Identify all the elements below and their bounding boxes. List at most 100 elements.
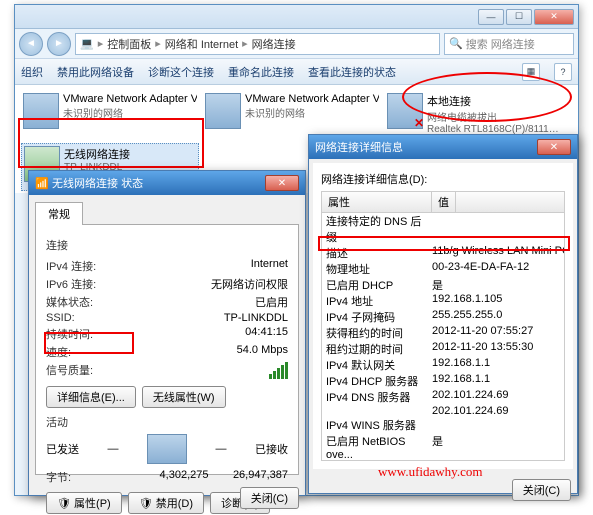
table-row[interactable]: IPv4 默认网关192.168.1.1 [322,357,564,373]
adapter-sub: 网络电缆被拔出 [427,109,561,124]
val-cell: 192.168.1.105 [432,293,564,309]
table-row[interactable]: 租约过期的时间2012-11-20 13:55:30 [322,341,564,357]
details-close2-button[interactable]: 关闭(C) [512,479,571,501]
kv-key: IPv6 连接: [46,276,96,292]
adapter-icon [23,93,59,129]
breadcrumb[interactable]: 💻 ▸ 控制面板 ▸ 网络和 Internet ▸ 网络连接 [75,33,440,55]
watermark: www.ufidawhy.com [378,464,482,480]
kv-key: SSID: [46,312,75,324]
sent-label: 已发送 [46,441,79,457]
table-row[interactable]: IPv4 地址192.168.1.105 [322,293,564,309]
val-cell [432,213,564,245]
details-table: 属性 值 连接特定的 DNS 后缀描述11b/g Wireless LAN Mi… [321,191,565,461]
recv-label: 已接收 [255,441,288,457]
tab-general[interactable]: 常规 [35,202,83,225]
prop-cell: 描述 [322,245,432,261]
val-cell: 00-23-4E-DA-FA-12 [432,261,564,277]
kv-val: 54.0 Mbps [237,344,288,360]
adapter-vmnet8[interactable]: VMware Network Adapter VMnet8 未识别的网络 [203,91,381,139]
table-row[interactable]: 物理地址00-23-4E-DA-FA-12 [322,261,564,277]
adapter-title: 本地连接 [427,93,561,109]
bytes-label: 字节: [46,469,71,485]
kv-val: TP-LINKDDL [224,312,288,324]
val-cell [432,417,564,433]
bytes-sent: 4,302,275 [160,469,209,481]
bytes-recv: 26,947,387 [233,469,288,481]
status-title: 无线网络连接 状态 [52,175,143,191]
table-row[interactable]: IPv4 子网掩码255.255.255.0 [322,309,564,325]
properties-button[interactable]: 🛡 属性(P) [46,492,122,514]
adapter-local[interactable]: 本地连接 网络电缆被拔出 Realtek RTL8168C(P)/8111C..… [385,91,563,139]
status-close2-button[interactable]: 关闭(C) [240,487,299,509]
adapter-vmnet1[interactable]: VMware Network Adapter VMnet1 未识别的网络 [21,91,199,139]
table-row[interactable]: 202.101.224.69 [322,405,564,417]
breadcrumb-item[interactable]: 控制面板 [107,36,151,52]
val-cell: 是 [432,277,564,293]
details-button[interactable]: 详细信息(E)... [46,386,136,408]
prop-cell: 获得租约的时间 [322,325,432,341]
adapter-title: VMware Network Adapter VMnet1 [63,93,197,105]
search-placeholder: 搜索 网络连接 [466,36,535,52]
col-value[interactable]: 值 [432,192,456,212]
prop-cell: IPv4 子网掩码 [322,309,432,325]
adapter-sub: 未识别的网络 [245,105,379,120]
wifi-bars-icon: 📶 [35,177,49,190]
wireless-props-button[interactable]: 无线属性(W) [142,386,226,408]
close-button[interactable]: ✕ [534,9,574,25]
adapter-icon [205,93,241,129]
toolbar: 组织 禁用此网络设备 诊断这个连接 重命名此连接 查看此连接的状态 ▦ ? [15,59,578,85]
prop-cell: 已启用 DHCP [322,277,432,293]
table-row[interactable]: 描述11b/g Wireless LAN Mini PCI Ex [322,245,564,261]
maximize-button[interactable]: ☐ [506,9,532,25]
table-row[interactable]: 连接特定的 DNS 后缀 [322,213,564,245]
toolbar-status[interactable]: 查看此连接的状态 [308,64,396,80]
kv-val: 无网络访问权限 [211,276,288,292]
disable-button[interactable]: 🛡 禁用(D) [128,492,204,514]
prop-cell: IPv4 默认网关 [322,357,432,373]
kv-key: 持续时间: [46,326,93,342]
val-cell: 2012-11-20 07:55:27 [432,325,564,341]
search-icon: 🔍 [449,37,463,50]
table-row[interactable]: 已启用 NetBIOS ove...是 [322,433,564,461]
view-icon[interactable]: ▦ [522,63,540,81]
col-property[interactable]: 属性 [322,192,432,212]
connection-section: 连接 [46,237,288,253]
kv-val: 04:41:15 [245,326,288,342]
toolbar-organize[interactable]: 组织 [21,64,43,80]
adapter-title: 无线网络连接 [64,146,196,162]
status-body: 连接 IPv4 连接:Internet IPv6 连接:无网络访问权限 媒体状态… [35,225,299,475]
table-row[interactable]: 获得租约的时间2012-11-20 07:55:27 [322,325,564,341]
toolbar-rename[interactable]: 重命名此连接 [228,64,294,80]
prop-cell: 租约过期的时间 [322,341,432,357]
breadcrumb-item[interactable]: 网络和 Internet [165,36,238,52]
breadcrumb-item[interactable]: 网络连接 [252,36,296,52]
forward-button[interactable]: ► [47,32,71,56]
minimize-button[interactable]: — [478,9,504,25]
prop-cell: IPv4 DHCP 服务器 [322,373,432,389]
kv-val: 已启用 [255,294,288,310]
prop-cell: IPv4 WINS 服务器 [322,417,432,433]
adapter-icon-disconnected [387,93,423,129]
val-cell: 192.168.1.1 [432,357,564,373]
signal-label: 信号质量: [46,362,93,379]
table-row[interactable]: 已启用 DHCP是 [322,277,564,293]
back-button[interactable]: ◄ [19,32,43,56]
kv-key: 媒体状态: [46,294,93,310]
table-row[interactable]: IPv4 DNS 服务器202.101.224.69 [322,389,564,405]
status-close-button[interactable]: ✕ [265,175,299,191]
details-close-button[interactable]: ✕ [537,139,571,155]
val-cell: 11b/g Wireless LAN Mini PCI Ex [432,245,564,261]
prop-cell [322,405,432,417]
table-row[interactable]: IPv4 WINS 服务器 [322,417,564,433]
dash: — [216,443,227,455]
search-input[interactable]: 🔍 搜索 网络连接 [444,33,574,55]
help-icon[interactable]: ? [554,63,572,81]
details-title: 网络连接详细信息 [315,139,403,155]
activity-icon [147,434,187,464]
toolbar-disable[interactable]: 禁用此网络设备 [57,64,134,80]
toolbar-diagnose[interactable]: 诊断这个连接 [148,64,214,80]
network-icon: 💻 [80,37,94,50]
tab-strip: 常规 [35,201,299,225]
kv-val: Internet [251,258,288,274]
table-row[interactable]: IPv4 DHCP 服务器192.168.1.1 [322,373,564,389]
